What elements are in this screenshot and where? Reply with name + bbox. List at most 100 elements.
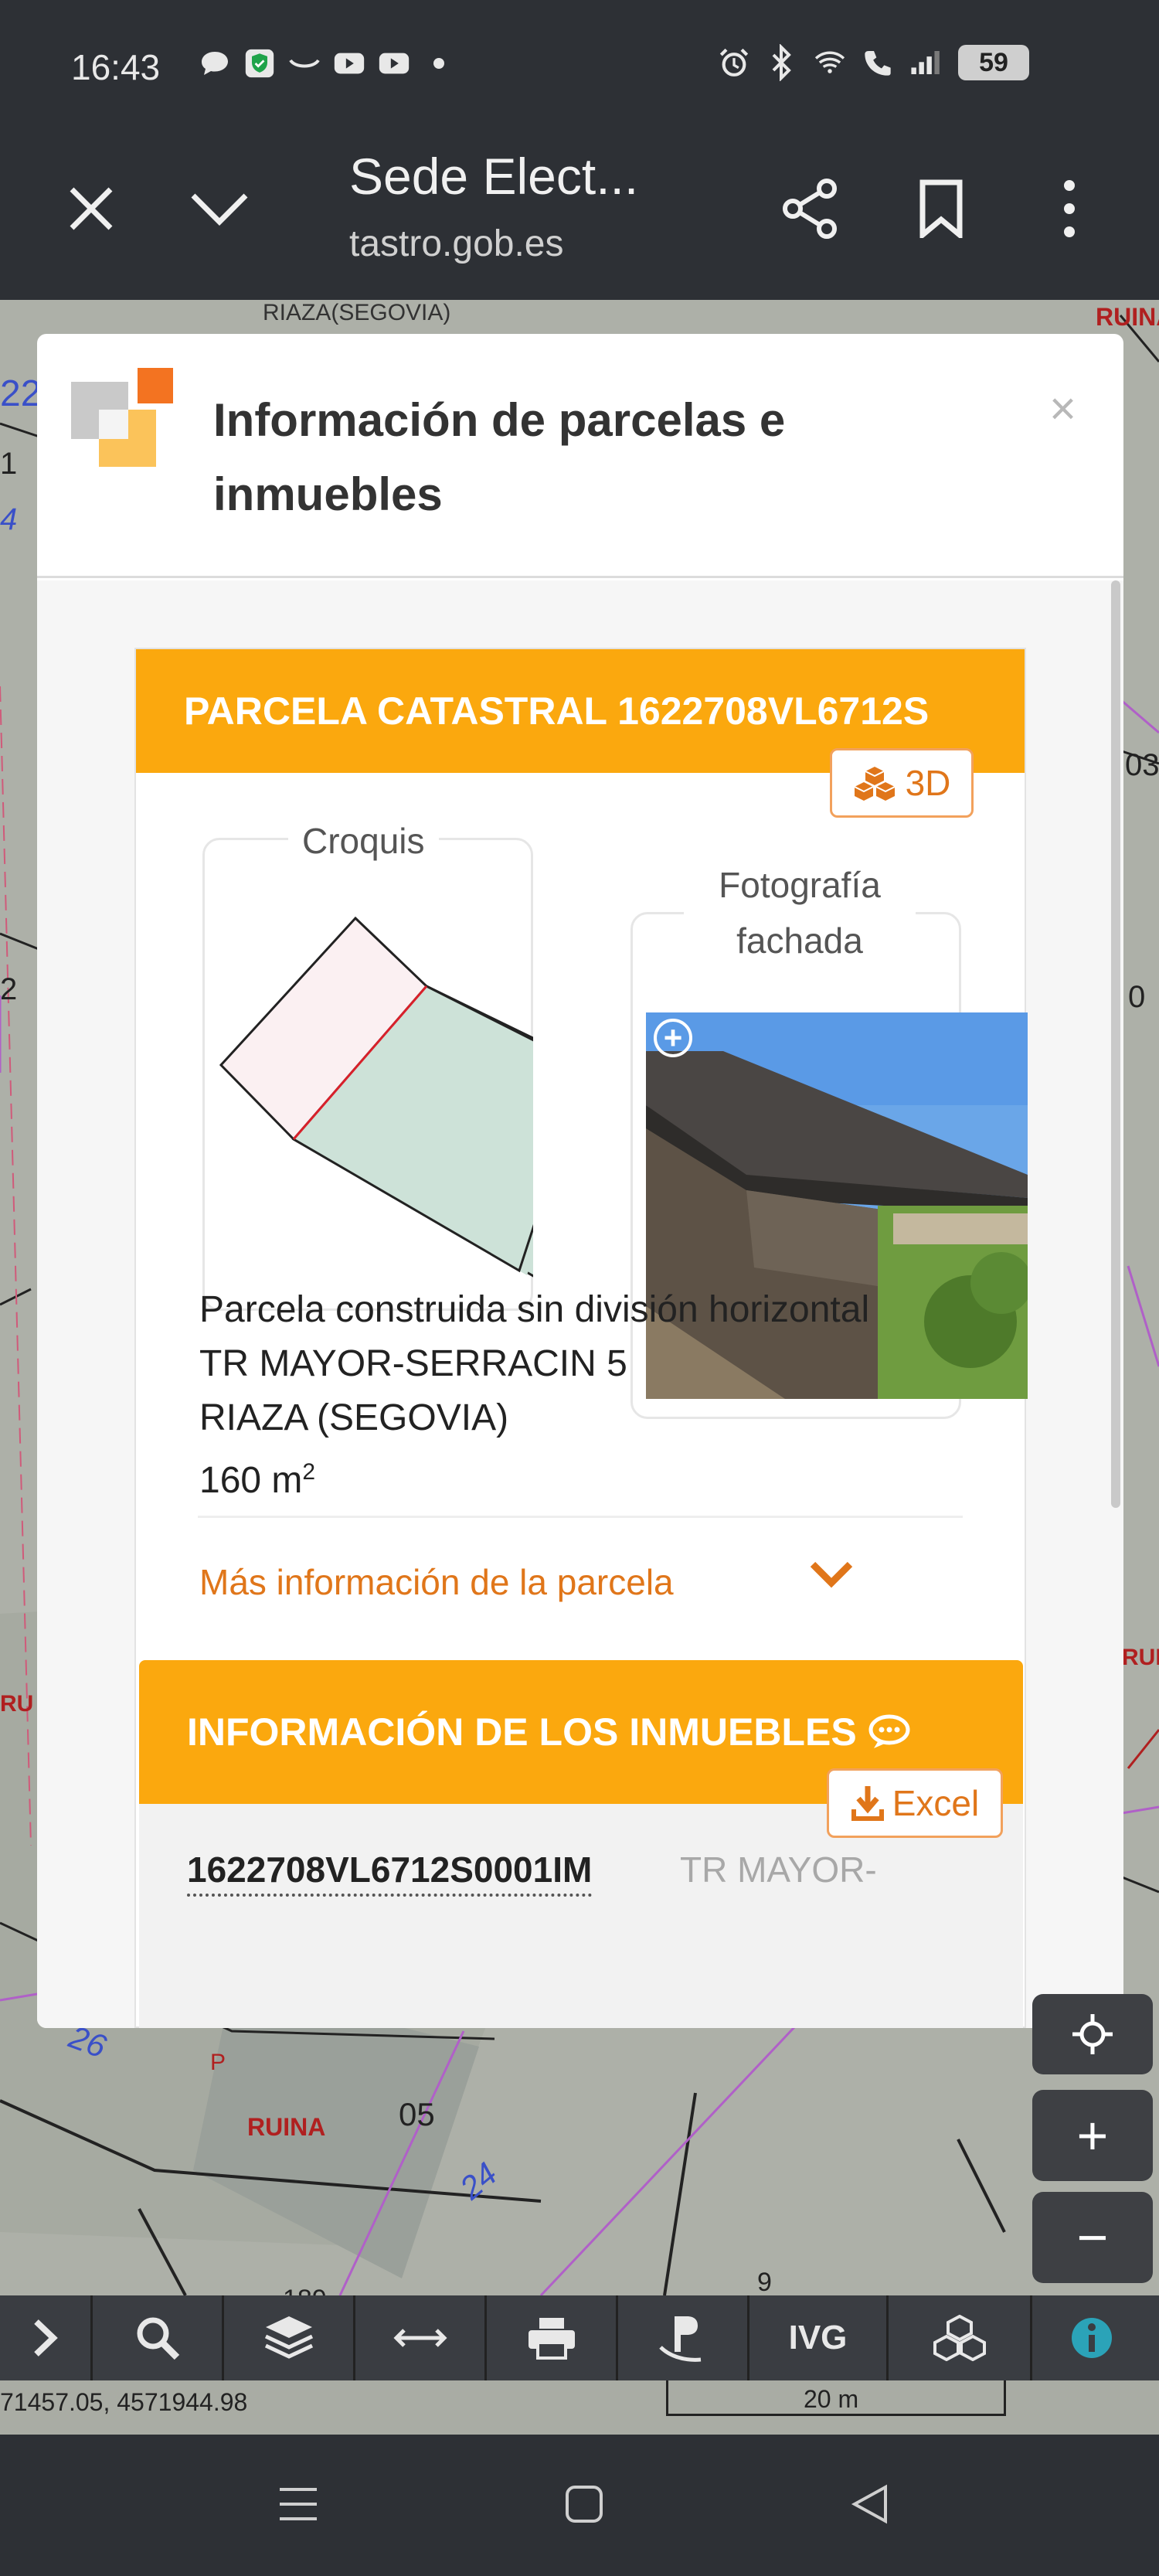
chevron-down-icon	[191, 193, 248, 226]
coordinates-readout: 71457.05, 4571944.98	[0, 2388, 248, 2416]
parcel-area-value: 160 m	[199, 1460, 303, 1501]
comment-icon[interactable]	[868, 1714, 911, 1750]
toolbar-ivg-button[interactable]: IVG	[749, 2295, 889, 2380]
parking-icon	[658, 2316, 701, 2362]
system-nav-bar	[0, 2435, 1159, 2576]
bookmark-icon	[919, 179, 963, 238]
zoom-in-button[interactable]: +	[1032, 2090, 1153, 2181]
map-label: 189	[283, 2285, 327, 2295]
export-excel-button[interactable]: Excel	[827, 1768, 1003, 1838]
home-icon	[566, 2486, 603, 2523]
dialog-title: Información de parcelas e inmuebles	[213, 394, 786, 520]
parcel-address: TR MAYOR-SERRACIN 5	[199, 1343, 627, 1384]
toolbar-search-button[interactable]	[93, 2295, 224, 2380]
share-icon	[783, 179, 837, 239]
toolbar-layers-button[interactable]	[224, 2295, 355, 2380]
info-icon	[1072, 2318, 1112, 2358]
close-icon	[70, 187, 113, 230]
parcel-sketch	[219, 916, 533, 1278]
layers-icon	[264, 2316, 313, 2359]
map-label: 0	[1128, 980, 1146, 1014]
page-url[interactable]: tastro.gob.es	[349, 223, 564, 265]
dialog-header: Información de parcelas e inmuebles ×	[37, 334, 1123, 578]
parcel-area: 160 m2	[199, 1445, 963, 1508]
wifi-icon	[814, 47, 845, 78]
map-label: RUINA	[247, 2113, 326, 2141]
page-title: Sede Elect...	[349, 148, 639, 205]
parcel-type: Parcela construida sin división horizont…	[199, 1289, 870, 1330]
alarm-icon	[719, 47, 749, 78]
dialog-scrollbar[interactable]	[1111, 580, 1120, 1508]
bookmark-button[interactable]	[902, 170, 980, 247]
status-time: 16:43	[71, 47, 161, 87]
dot-icon	[423, 48, 454, 79]
signal-icon	[910, 47, 941, 78]
toolbar-expand-button[interactable]	[0, 2295, 93, 2380]
map-label: P	[210, 2050, 226, 2075]
coordinates-bar: 71457.05, 4571944.98 20 m	[0, 2380, 1159, 2435]
measure-icon	[393, 2329, 447, 2347]
locate-button[interactable]	[1032, 1994, 1153, 2074]
map-place-label: RIAZA(SEGOVIA)	[263, 300, 451, 325]
wave-icon	[289, 48, 320, 79]
parcel-town: RIAZA (SEGOVIA)	[199, 1397, 509, 1438]
scale-label: 20 m	[804, 2385, 859, 2413]
recent-apps-button[interactable]	[267, 2473, 329, 2535]
catastro-logo-icon	[71, 368, 173, 467]
map-label: 9	[757, 2268, 772, 2295]
toolbar-info-button[interactable]	[1032, 2295, 1151, 2380]
toolbar-measure-button[interactable]	[355, 2295, 487, 2380]
home-button[interactable]	[553, 2473, 615, 2535]
back-icon	[851, 2484, 887, 2524]
minimize-button[interactable]	[181, 170, 258, 247]
back-button[interactable]	[839, 2473, 901, 2535]
view-3d-button[interactable]: 3D	[830, 748, 974, 818]
zoom-photo-button[interactable]: +	[654, 1019, 692, 1057]
cubes-icon	[854, 767, 896, 801]
map-label: 22	[0, 373, 42, 414]
more-parcel-info-link[interactable]: Más información de la parcela	[199, 1561, 674, 1603]
share-button[interactable]	[773, 170, 850, 247]
parcel-area-unit-exp: 2	[302, 1459, 316, 1485]
youtube-icon	[379, 48, 410, 79]
chevron-down-icon[interactable]	[808, 1558, 855, 1589]
toolbar-print-button[interactable]	[487, 2295, 618, 2380]
search-icon	[137, 2317, 179, 2360]
bluetooth-icon	[766, 44, 797, 81]
parcel-summary: Parcela construida sin división horizont…	[198, 1268, 963, 1518]
close-tab-button[interactable]	[53, 170, 130, 247]
print-icon	[528, 2318, 575, 2360]
map-label: RUINA	[1096, 303, 1159, 331]
dialog-close-button[interactable]: ×	[1049, 382, 1076, 435]
more-vert-icon	[1064, 180, 1075, 237]
call-icon	[862, 47, 893, 78]
browser-toolbar: Sede Elect... tastro.gob.es	[0, 131, 1159, 300]
toolbar-3d-button[interactable]	[889, 2295, 1032, 2380]
battery-icon: 59	[958, 45, 1029, 80]
croquis-frame[interactable]: Croquis	[202, 820, 533, 1311]
expand-icon	[33, 2319, 58, 2357]
youtube-icon	[334, 48, 365, 79]
shield-icon	[244, 48, 275, 79]
map-label: 4	[0, 502, 18, 536]
view-3d-label: 3D	[905, 763, 951, 803]
export-excel-label: Excel	[892, 1783, 980, 1823]
map-label: RU	[0, 1691, 34, 1717]
map-label: RUI	[1122, 1645, 1159, 1670]
map-toolbar: IVG	[0, 2295, 1159, 2380]
status-bar: 16:43 59	[0, 0, 1159, 131]
inmueble-address: TR MAYOR-	[680, 1849, 877, 1890]
inmueble-ref-link[interactable]: 1622708VL6712S0001IM	[187, 1849, 593, 1897]
inmuebles-header-label: INFORMACIÓN DE LOS INMUEBLES	[187, 1710, 857, 1754]
zoom-out-button[interactable]: −	[1032, 2192, 1153, 2283]
download-icon	[851, 1786, 884, 1821]
map-label: 2	[0, 972, 18, 1006]
map-label: 1	[0, 447, 18, 481]
more-menu-button[interactable]	[1031, 170, 1108, 247]
menu-icon	[280, 2488, 317, 2520]
map-label: 05	[399, 2096, 435, 2132]
toolbar-parking-button[interactable]	[618, 2295, 749, 2380]
map-label: 03	[1125, 748, 1159, 782]
crosshair-icon	[1072, 2014, 1113, 2054]
notification-icons	[199, 48, 454, 79]
